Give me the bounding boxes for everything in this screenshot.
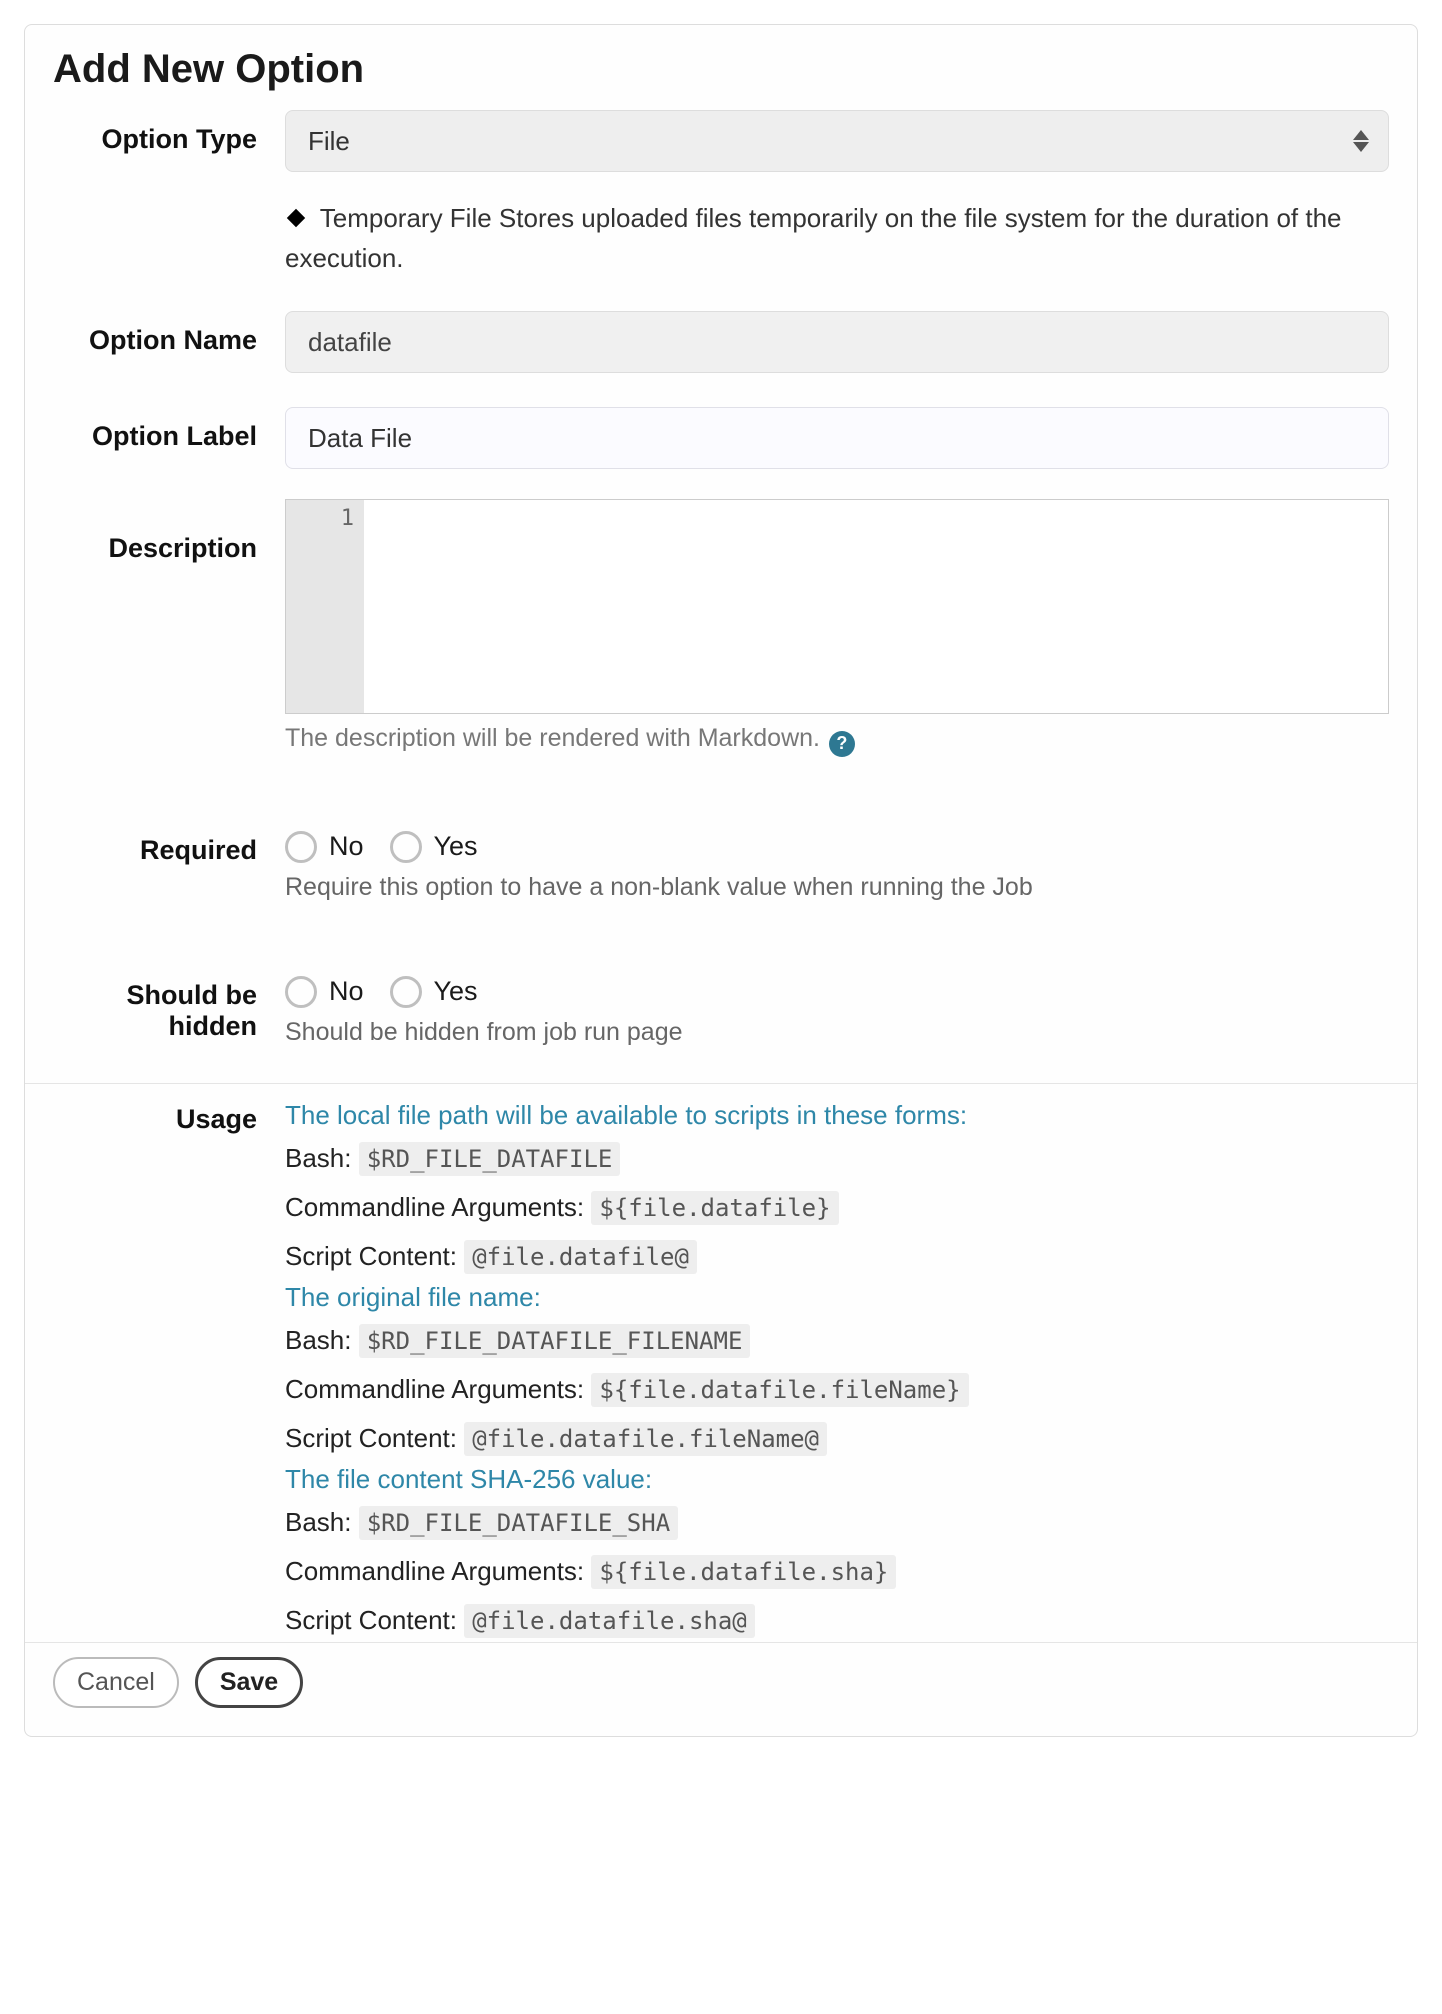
row-description: Description 1 The description will be re… (53, 499, 1389, 757)
hidden-yes-radio[interactable] (390, 976, 422, 1008)
select-chevrons-icon (1353, 130, 1371, 152)
cancel-button[interactable]: Cancel (53, 1657, 179, 1708)
add-option-panel: Add New Option Option Type File Temporar… (24, 24, 1418, 1737)
usage-bash-2-code: $RD_FILE_DATAFILE_FILENAME (359, 1324, 751, 1358)
usage-heading-3: The file content SHA-256 value: (285, 1464, 1389, 1495)
usage-sc-3-code: @file.datafile.sha@ (464, 1604, 755, 1638)
hidden-help: Should be hidden from job run page (285, 1018, 1389, 1047)
usage-sc-3: Script Content: @file.datafile.sha@ (285, 1605, 1389, 1636)
description-editor[interactable]: 1 (285, 499, 1389, 714)
option-label-input[interactable] (285, 407, 1389, 469)
option-type-select[interactable]: File (285, 110, 1389, 172)
option-type-value: File (308, 126, 350, 157)
diamond-icon (285, 202, 307, 240)
hidden-no-label: No (329, 976, 364, 1007)
row-option-type: Option Type File Temporary File Stores u… (53, 110, 1389, 277)
usage-cli-3-code: ${file.datafile.sha} (591, 1555, 896, 1589)
usage-cli-1-code: ${file.datafile} (591, 1191, 838, 1225)
label-hidden: Should be hidden (53, 966, 285, 1042)
row-hidden: Should be hidden No Yes Should be hidden… (53, 966, 1389, 1047)
usage-bash-2: Bash: $RD_FILE_DATAFILE_FILENAME (285, 1325, 1389, 1356)
usage-cli-3: Commandline Arguments: ${file.datafile.s… (285, 1556, 1389, 1587)
page-title: Add New Option (53, 47, 1389, 92)
usage-sc-1-code: @file.datafile@ (464, 1240, 697, 1274)
usage-bash-3: Bash: $RD_FILE_DATAFILE_SHA (285, 1507, 1389, 1538)
required-yes-radio[interactable] (390, 831, 422, 863)
usage-bash-1: Bash: $RD_FILE_DATAFILE (285, 1143, 1389, 1174)
usage-cli-1: Commandline Arguments: ${file.datafile} (285, 1192, 1389, 1223)
usage-sc-1: Script Content: @file.datafile@ (285, 1241, 1389, 1272)
row-option-name: Option Name (53, 311, 1389, 373)
editor-gutter: 1 (286, 500, 364, 713)
usage-sc-2-code: @file.datafile.fileName@ (464, 1422, 827, 1456)
label-option-label: Option Label (53, 407, 285, 452)
row-usage: Usage The local file path will be availa… (53, 1100, 1389, 1642)
description-help: The description will be rendered with Ma… (285, 724, 1389, 757)
usage-cli-2-code: ${file.datafile.fileName} (591, 1373, 968, 1407)
label-option-type: Option Type (53, 110, 285, 155)
required-help: Require this option to have a non-blank … (285, 873, 1389, 902)
usage-heading-1: The local file path will be available to… (285, 1100, 1389, 1131)
option-type-description: Temporary File Stores uploaded files tem… (285, 200, 1389, 277)
type-desc-bold: Temporary File (320, 203, 492, 233)
hidden-yes-label: Yes (434, 976, 478, 1007)
save-button[interactable]: Save (195, 1657, 303, 1708)
usage-bash-3-code: $RD_FILE_DATAFILE_SHA (359, 1506, 678, 1540)
editor-body[interactable] (364, 500, 1388, 713)
usage-bash-1-code: $RD_FILE_DATAFILE (359, 1142, 621, 1176)
usage-cli-2: Commandline Arguments: ${file.datafile.f… (285, 1374, 1389, 1405)
label-required: Required (53, 821, 285, 866)
help-icon[interactable]: ? (829, 731, 855, 757)
hidden-no-radio[interactable] (285, 976, 317, 1008)
label-option-name: Option Name (53, 311, 285, 356)
option-name-input[interactable] (285, 311, 1389, 373)
label-description: Description (53, 499, 285, 564)
required-yes-label: Yes (434, 831, 478, 862)
row-option-label: Option Label (53, 407, 1389, 469)
label-usage: Usage (53, 1100, 285, 1135)
required-no-label: No (329, 831, 364, 862)
usage-sc-2: Script Content: @file.datafile.fileName@ (285, 1423, 1389, 1454)
row-required: Required No Yes Require this option to h… (53, 821, 1389, 902)
usage-heading-2: The original file name: (285, 1282, 1389, 1313)
required-no-radio[interactable] (285, 831, 317, 863)
